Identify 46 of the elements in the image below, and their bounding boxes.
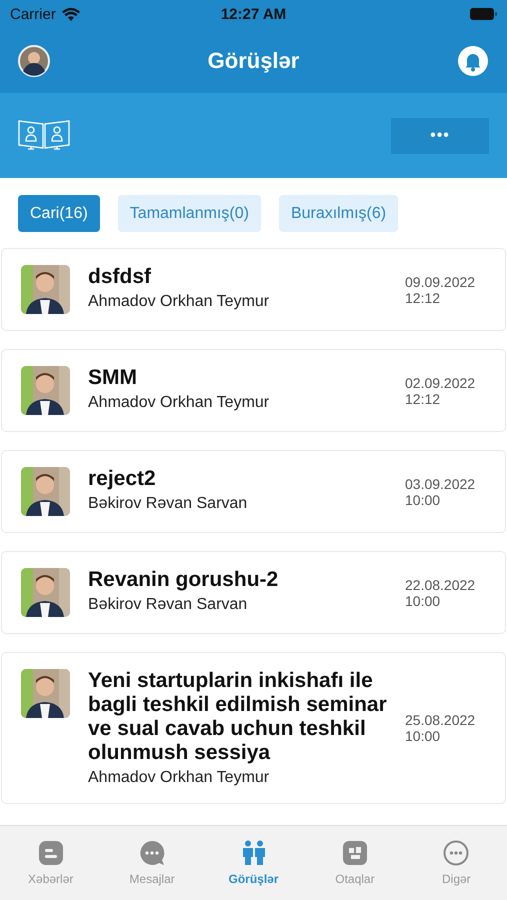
meeting-title: reject2 [88, 467, 157, 491]
person-name: Ahmadov Orkhan Teymur [88, 293, 270, 311]
meeting-title: dsfdsf [88, 265, 152, 289]
carrier-name: Carrier [10, 6, 56, 22]
meeting-time: 10:00 [405, 592, 442, 608]
rooms-icon [342, 840, 368, 866]
tab-bar-item[interactable]: Digər [406, 826, 507, 900]
meeting-card[interactable]: Yeni startuplarin inkishafı ile bagli teshkil edilmish seminar ve sual cavab uchun teshkil olunmush sessiya Ahmadov Orkhan Teymur 25.08.2022 10:00 [1, 652, 506, 804]
tab-bar-item[interactable]: Görüşlər [202, 826, 304, 900]
battery-icon [470, 8, 497, 20]
meeting-date: 03.09.2022 [405, 476, 476, 492]
tab-bar-item[interactable]: Xəbərlər [0, 826, 102, 900]
meeting-card[interactable]: dsfdsf Ahmadov Orkhan Teymur 09.09.2022 12:12 [1, 248, 506, 331]
meeting-time: 10:00 [405, 728, 442, 744]
meeting-title: Yeni startuplarin inkishafı ile bagli teshkil edilmish seminar ve sual cavab uchun teshkil olunmush sessiya [88, 669, 387, 765]
meeting-date: 22.08.2022 [405, 576, 476, 592]
more-icon [443, 840, 470, 866]
filter-tab[interactable]: Cari(16) [18, 195, 100, 232]
chat-icon [139, 840, 166, 866]
tab-bar-item[interactable]: Otaqlar [304, 826, 406, 900]
meeting-card[interactable]: Revanin gorushu-2 Bəkirov Rəvan Sarvan 22.08.2022 10:00 [1, 551, 506, 634]
tab-bar-item[interactable]: Mesajlar [101, 826, 203, 900]
avatar-icon[interactable] [18, 44, 50, 76]
filter-tab[interactable]: Buraxılmış(6) [278, 195, 398, 232]
meeting-date: 02.09.2022 [405, 374, 476, 390]
meeting-time: 10:00 [405, 492, 442, 508]
meeting-title: Revanin gorushu-2 [88, 568, 280, 592]
meeting-card[interactable]: SMM Ahmadov Orkhan Teymur 02.09.2022 12:12 [1, 349, 506, 432]
person-name: Ahmadov Orkhan Teymur [88, 394, 270, 412]
person-name: Ahmadov Orkhan Teymur [88, 769, 270, 787]
meeting-title: SMM [88, 366, 138, 390]
meeting-time: 12:12 [405, 390, 442, 406]
meeting-date: 25.08.2022 [405, 712, 476, 728]
person-name: Bəkirov Rəvan Sarvan [88, 495, 248, 513]
meeting-card[interactable]: reject2 Bəkirov Rəvan Sarvan 03.09.2022 10:00 [1, 450, 506, 533]
person-name: Bəkirov Rəvan Sarvan [88, 596, 248, 614]
meeting-time: 12:12 [405, 290, 442, 306]
more-button[interactable]: ••• [391, 118, 489, 154]
screen-title: Görüşlər [208, 48, 300, 74]
bell-icon[interactable] [456, 44, 489, 76]
document-icon [38, 840, 64, 866]
meeting-date: 09.09.2022 [405, 274, 476, 290]
clock-time: 12:27 AM [220, 6, 286, 22]
wifi-icon [62, 8, 80, 20]
video-meeting-icon [18, 118, 70, 152]
filter-tab[interactable]: Tamamlanmış(0) [118, 195, 261, 232]
